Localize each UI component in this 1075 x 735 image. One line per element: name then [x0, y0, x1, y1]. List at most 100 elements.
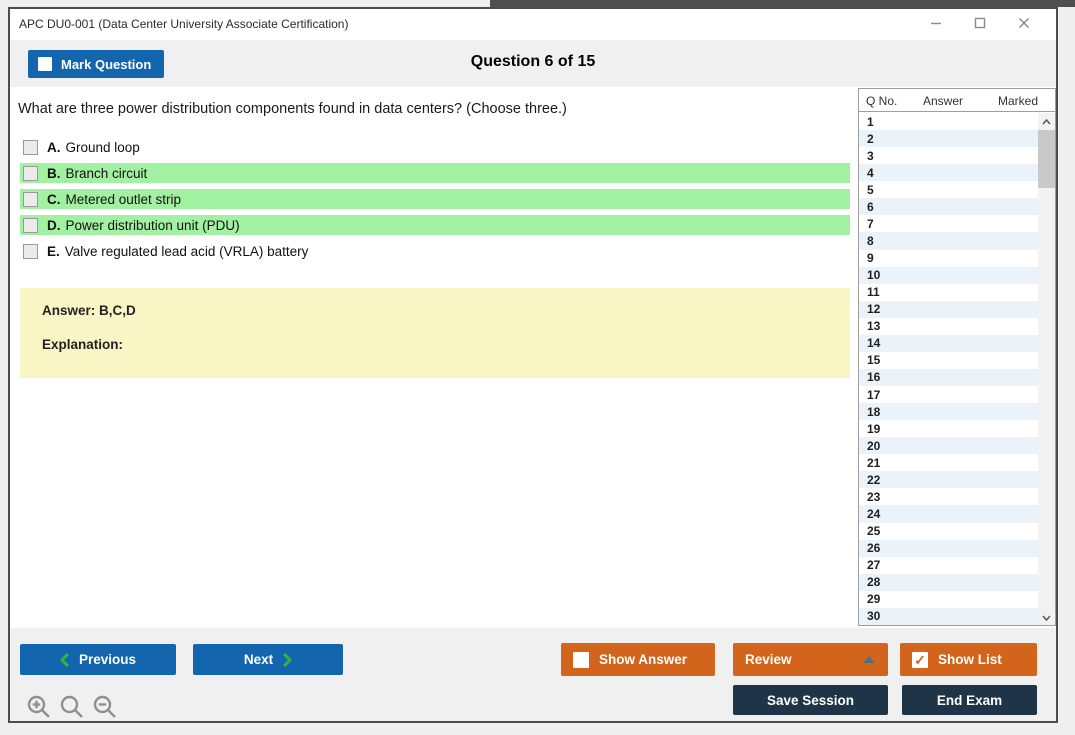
- option-d[interactable]: D. Power distribution unit (PDU): [20, 215, 850, 235]
- minimize-button[interactable]: [914, 9, 958, 40]
- save-session-label: Save Session: [767, 693, 854, 708]
- question-number: 29: [859, 592, 880, 606]
- question-list-row[interactable]: 18: [859, 403, 1038, 420]
- question-list: 1234567891011121314151617181920212223242…: [859, 113, 1038, 625]
- question-number: 28: [859, 575, 880, 589]
- question-list-row[interactable]: 19: [859, 420, 1038, 437]
- question-list-row[interactable]: 21: [859, 454, 1038, 471]
- chevron-up-icon: [1042, 112, 1051, 130]
- option-text: Metered outlet strip: [66, 192, 182, 207]
- question-list-row[interactable]: 6: [859, 198, 1038, 215]
- save-session-button[interactable]: Save Session: [733, 685, 888, 715]
- answer-box: Answer: B,C,D Explanation:: [20, 288, 850, 378]
- question-list-scrollbar[interactable]: [1038, 113, 1055, 625]
- option-a[interactable]: A. Ground loop: [20, 137, 850, 157]
- question-number: 26: [859, 541, 880, 555]
- question-list-row[interactable]: 20: [859, 437, 1038, 454]
- question-list-row[interactable]: 24: [859, 505, 1038, 522]
- option-text: Power distribution unit (PDU): [66, 218, 240, 233]
- show-list-button[interactable]: ✓ Show List: [900, 643, 1037, 676]
- review-button[interactable]: Review: [733, 643, 888, 676]
- question-list-row[interactable]: 13: [859, 318, 1038, 335]
- explanation-line: Explanation:: [42, 337, 850, 352]
- option-letter: D.: [47, 218, 61, 233]
- scrollbar-thumb[interactable]: [1038, 130, 1055, 188]
- option-text: Valve regulated lead acid (VRLA) battery: [65, 244, 309, 259]
- question-list-row[interactable]: 28: [859, 574, 1038, 591]
- question-number: 3: [859, 149, 874, 163]
- chevron-left-icon: [60, 653, 69, 667]
- show-answer-checkbox[interactable]: ✓: [573, 652, 589, 668]
- scroll-up-button[interactable]: [1038, 113, 1055, 129]
- zoom-in-icon[interactable]: [26, 694, 52, 720]
- previous-button[interactable]: Previous: [20, 644, 176, 675]
- question-number: 24: [859, 507, 880, 521]
- question-number: 21: [859, 456, 880, 470]
- question-list-row[interactable]: 17: [859, 386, 1038, 403]
- maximize-button[interactable]: [958, 9, 1002, 40]
- question-list-row[interactable]: 23: [859, 488, 1038, 505]
- question-list-row[interactable]: 25: [859, 523, 1038, 540]
- option-e[interactable]: E. Valve regulated lead acid (VRLA) batt…: [20, 241, 850, 261]
- scroll-down-button[interactable]: [1038, 609, 1055, 625]
- option-b-checkbox[interactable]: [23, 166, 38, 181]
- question-list-row[interactable]: 7: [859, 215, 1038, 232]
- question-list-row[interactable]: 29: [859, 591, 1038, 608]
- zoom-reset-icon[interactable]: [59, 694, 85, 720]
- question-list-row[interactable]: 11: [859, 284, 1038, 301]
- question-number: 13: [859, 319, 880, 333]
- option-a-checkbox[interactable]: [23, 140, 38, 155]
- question-list-row[interactable]: 16: [859, 369, 1038, 386]
- question-list-row[interactable]: 27: [859, 557, 1038, 574]
- next-button[interactable]: Next: [193, 644, 343, 675]
- option-c-checkbox[interactable]: [23, 192, 38, 207]
- option-b[interactable]: B. Branch circuit: [20, 163, 850, 183]
- question-list-row[interactable]: 12: [859, 301, 1038, 318]
- question-number: 8: [859, 234, 874, 248]
- show-answer-button[interactable]: ✓ Show Answer: [561, 643, 715, 676]
- question-number: 11: [859, 285, 880, 299]
- question-number: 5: [859, 183, 874, 197]
- question-list-row[interactable]: 10: [859, 267, 1038, 284]
- footer-bar: Previous Next ✓ Show Answer Review ✓ Sho…: [10, 628, 1056, 721]
- toolbar: Mark Question Question 6 of 15: [10, 40, 1056, 87]
- close-button[interactable]: [1002, 9, 1046, 40]
- question-list-row[interactable]: 3: [859, 147, 1038, 164]
- question-list-row[interactable]: 2: [859, 130, 1038, 147]
- column-answer: Answer: [923, 94, 963, 108]
- question-number: 6: [859, 200, 874, 214]
- zoom-out-icon[interactable]: [92, 694, 118, 720]
- show-list-checkbox[interactable]: ✓: [912, 652, 928, 668]
- question-list-row[interactable]: 4: [859, 164, 1038, 181]
- check-icon: ✓: [914, 653, 926, 667]
- end-exam-button[interactable]: End Exam: [902, 685, 1037, 715]
- window-title: APC DU0-001 (Data Center University Asso…: [19, 17, 348, 31]
- question-number: 20: [859, 439, 880, 453]
- column-marked: Marked: [998, 94, 1038, 108]
- question-number: 1: [859, 115, 874, 129]
- option-letter: B.: [47, 166, 61, 181]
- question-number: 17: [859, 388, 880, 402]
- question-number: 15: [859, 353, 880, 367]
- option-d-checkbox[interactable]: [23, 218, 38, 233]
- option-c[interactable]: C. Metered outlet strip: [20, 189, 850, 209]
- question-number: 9: [859, 251, 874, 265]
- chevron-right-icon: [283, 653, 292, 667]
- question-list-row[interactable]: 14: [859, 335, 1038, 352]
- question-list-row[interactable]: 5: [859, 181, 1038, 198]
- question-list-row[interactable]: 9: [859, 250, 1038, 267]
- option-letter: E.: [47, 244, 60, 259]
- question-list-row[interactable]: 30: [859, 608, 1038, 625]
- question-number: 12: [859, 302, 880, 316]
- option-text: Branch circuit: [66, 166, 148, 181]
- option-e-checkbox[interactable]: [23, 244, 38, 259]
- question-list-row[interactable]: 22: [859, 471, 1038, 488]
- question-list-row[interactable]: 1: [859, 113, 1038, 130]
- question-list-row[interactable]: 8: [859, 232, 1038, 249]
- background-taskbar-strip: [490, 0, 1075, 7]
- question-number: 23: [859, 490, 880, 504]
- question-list-row[interactable]: 26: [859, 540, 1038, 557]
- question-number: 30: [859, 609, 880, 623]
- question-list-row[interactable]: 15: [859, 352, 1038, 369]
- maximize-icon: [974, 16, 986, 34]
